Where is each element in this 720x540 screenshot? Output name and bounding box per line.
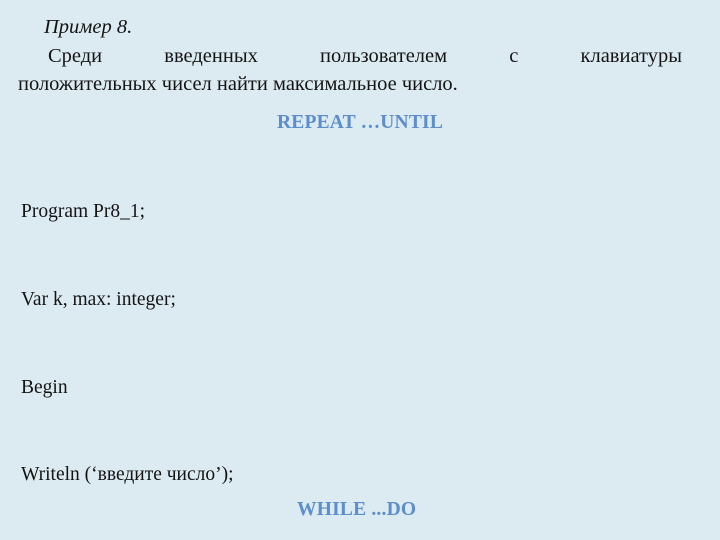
code-line: Begin bbox=[21, 376, 68, 398]
section-heading-repeat-until: REPEAT …UNTIL bbox=[277, 112, 444, 133]
code-listing-program-2: Program Pr8_2; bbox=[21, 523, 711, 540]
example-title: Пример 8. bbox=[44, 16, 133, 38]
slide-canvas: Пример 8. Среди введенных пользователем … bbox=[0, 0, 720, 540]
code-listing-program-1: Program Pr8_1; Var k, max: integer; Begi… bbox=[21, 139, 711, 540]
task-description: Среди введенных пользователем с клавиату… bbox=[18, 42, 682, 98]
code-line: Program Pr8_1; bbox=[21, 201, 146, 223]
code-line: Writeln (‘введите число’); bbox=[21, 464, 234, 486]
task-description-line-2: положительных чисел найти максимальное ч… bbox=[18, 73, 458, 95]
task-description-line-1: Среди введенных пользователем с клавиату… bbox=[48, 45, 682, 67]
section-heading-while-do: WHILE ...DO bbox=[297, 499, 417, 520]
code-line: Var k, max: integer; bbox=[21, 289, 176, 310]
